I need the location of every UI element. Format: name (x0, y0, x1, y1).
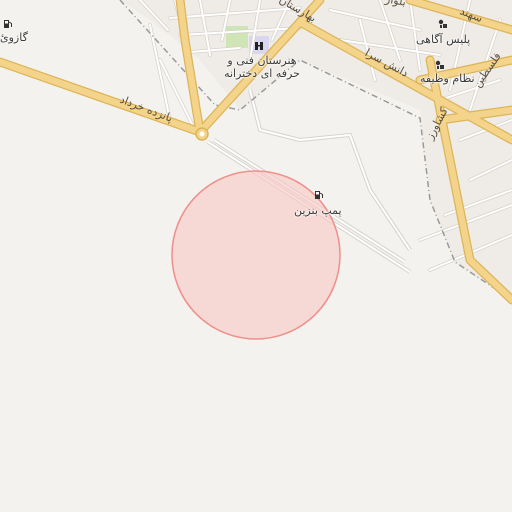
gas-station-icon[interactable] (2, 18, 14, 30)
poi-label-school[interactable]: هنرستان فنی و حرفه ای دخترانه (222, 54, 302, 80)
poi-label-gas-station[interactable]: پمپ بنزین (294, 204, 342, 217)
poi-label-gas-station-west[interactable]: گازوئ (0, 31, 28, 44)
police-icon[interactable] (437, 18, 449, 30)
poi-label-police[interactable]: پلیس آگاهی (416, 33, 470, 46)
map-view[interactable]: پانزده خرداد بهارستان دانش سرا کشاورز فل… (0, 0, 512, 512)
police-icon[interactable] (434, 59, 446, 71)
poi-label-police-traffic[interactable]: نظام وظیفه (420, 72, 475, 85)
school-icon[interactable] (253, 40, 265, 52)
park-area (226, 26, 248, 48)
gas-station-icon[interactable] (313, 189, 325, 201)
